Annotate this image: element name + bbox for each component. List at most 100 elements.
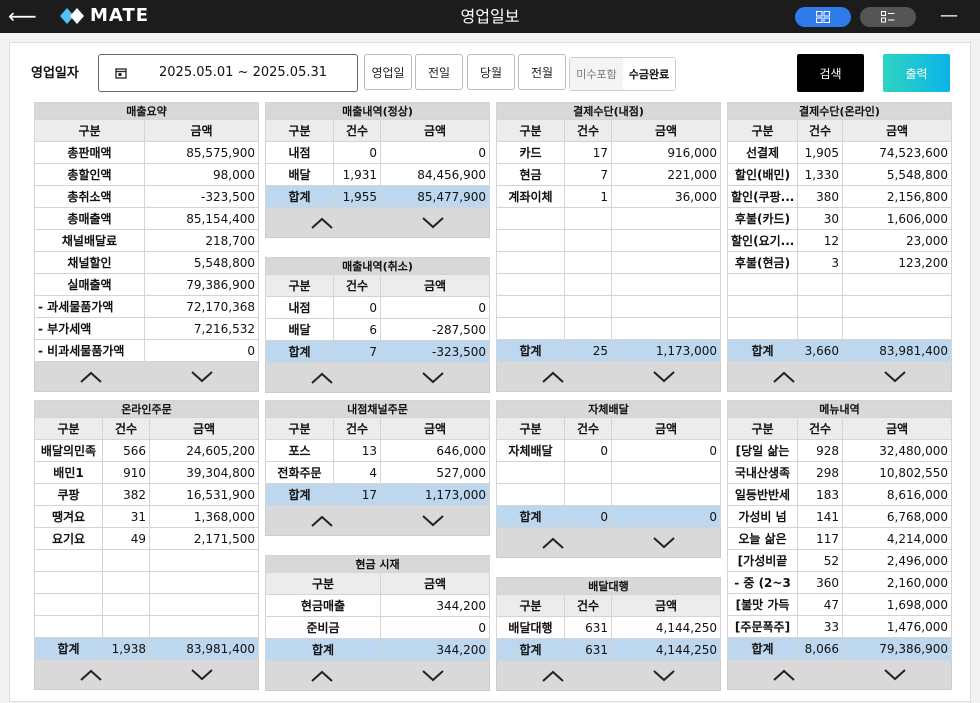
scroll-down-button[interactable]: [609, 362, 721, 391]
sales-cancel-table: 매출내역(취소) 구분 건수 금액 내점 0 0 배달 6 -287,500 합계 7 -323…: [265, 257, 490, 393]
grid-view-button[interactable]: [795, 7, 851, 27]
scroll-down-button[interactable]: [840, 660, 952, 689]
row-label: 배달: [265, 163, 334, 186]
row-amount: 74,523,600: [842, 141, 952, 164]
chevron-up-icon: [542, 670, 564, 682]
sales-normal-table: 매출내역(정상) 구분 건수 금액 내점 0 0 배달 1,931 84,456,900 합…: [265, 102, 490, 238]
row-label: 할인(쿠팡...: [727, 185, 798, 208]
row-count: 6: [333, 318, 381, 341]
total-label: 합계: [496, 638, 565, 661]
table-row: [당일 삶는 928 32,480,000: [727, 439, 952, 462]
scroll-down-button[interactable]: [378, 208, 490, 237]
scroll-up-button[interactable]: [35, 660, 147, 689]
row-label: [주문폭주]: [727, 615, 798, 638]
scroll-down-button[interactable]: [840, 362, 952, 391]
empty-row: [727, 273, 952, 296]
table-row: 총취소액 -323,500: [34, 185, 259, 208]
scroll-down-button[interactable]: [378, 661, 490, 690]
row-amount: 23,000: [842, 229, 952, 252]
table-row: 배달 1,931 84,456,900: [265, 163, 490, 186]
total-count: 0: [564, 505, 612, 528]
scroll-up-button[interactable]: [728, 660, 840, 689]
total-row: 합계 17 1,173,000: [265, 483, 490, 506]
row-count: 52: [797, 549, 843, 572]
row-amount: 218,700: [144, 229, 259, 252]
table-row: 계좌이체 1 36,000: [496, 185, 721, 208]
previous-day-button[interactable]: 전일: [415, 54, 463, 90]
row-amount: 8,616,000: [842, 483, 952, 506]
sales-cancel-scroll-controls: [265, 363, 490, 393]
scroll-down-button[interactable]: [609, 661, 721, 690]
row-label: 배달: [265, 318, 334, 341]
col-header: 금액: [611, 594, 721, 617]
menu-icon[interactable]: —: [940, 5, 958, 27]
back-arrow-icon[interactable]: ⟵: [8, 4, 37, 28]
scroll-down-button[interactable]: [147, 362, 259, 391]
scroll-down-button[interactable]: [378, 363, 490, 392]
chevron-up-icon: [311, 670, 333, 682]
chevron-down-icon: [422, 669, 444, 681]
row-label: 국내산생족: [727, 461, 798, 484]
chevron-up-icon: [311, 217, 333, 229]
row-amount: 0: [144, 339, 259, 362]
row-label: 현금매출: [265, 594, 381, 617]
row-amount: 2,160,000: [842, 571, 952, 594]
row-label: 배달의민족: [34, 439, 103, 462]
row-label: 내점: [265, 141, 334, 164]
total-count: 1,938: [102, 637, 150, 660]
chevron-up-icon: [311, 372, 333, 384]
row-label: 포스: [265, 439, 334, 462]
print-button[interactable]: 출력: [883, 54, 950, 92]
empty-row: [34, 549, 259, 572]
scroll-up-button[interactable]: [497, 528, 609, 557]
collection-toggle[interactable]: 미수포함 수금완료: [569, 57, 676, 91]
include-receivable-option[interactable]: 미수포함: [570, 58, 623, 90]
current-month-button[interactable]: 당월: [467, 54, 515, 90]
collected-option[interactable]: 수금완료: [623, 58, 675, 90]
date-range-picker[interactable]: 2025.05.01 ~ 2025.05.31: [98, 54, 358, 92]
mate-logo-icon: [60, 8, 84, 24]
row-label: 채널할인: [34, 251, 145, 274]
scroll-down-button[interactable]: [147, 660, 259, 689]
col-header: 구분: [265, 119, 334, 142]
empty-row: [496, 273, 721, 296]
row-count: 4: [333, 461, 381, 484]
total-count: 17: [333, 483, 381, 506]
row-label: 현금: [496, 163, 565, 186]
scroll-down-button[interactable]: [378, 506, 490, 535]
row-amount: 72,170,368: [144, 295, 259, 318]
empty-row: [34, 593, 259, 616]
scroll-up-button[interactable]: [266, 363, 378, 392]
scroll-up-button[interactable]: [266, 661, 378, 690]
row-count: 910: [102, 461, 150, 484]
scroll-up-button[interactable]: [266, 506, 378, 535]
previous-month-button[interactable]: 전월: [518, 54, 566, 90]
row-amount: -287,500: [380, 318, 490, 341]
business-day-button[interactable]: 영업일: [364, 54, 412, 90]
table-row: 땡겨요 31 1,368,000: [34, 505, 259, 528]
empty-row: [496, 461, 721, 484]
search-button[interactable]: 검색: [797, 54, 864, 92]
row-count: 33: [797, 615, 843, 638]
scroll-up-button[interactable]: [497, 362, 609, 391]
row-amount: 123,200: [842, 251, 952, 274]
pay-online-scroll-controls: [727, 362, 952, 392]
row-amount: 221,000: [611, 163, 721, 186]
row-count: 0: [333, 296, 381, 319]
summary-title: 매출요약: [34, 102, 259, 120]
total-count: 25: [564, 339, 612, 362]
scroll-up-button[interactable]: [35, 362, 147, 391]
row-amount: 24,605,200: [149, 439, 259, 462]
sales-normal-scroll-controls: [265, 208, 490, 238]
scroll-down-button[interactable]: [609, 528, 721, 557]
total-amount: 85,477,900: [380, 185, 490, 208]
table-row: 할인(쿠팡... 380 2,156,800: [727, 185, 952, 208]
row-count: 928: [797, 439, 843, 462]
scroll-up-button[interactable]: [266, 208, 378, 237]
col-header: 금액: [144, 119, 259, 142]
empty-row: [727, 317, 952, 340]
list-view-button[interactable]: [860, 7, 916, 27]
scroll-up-button[interactable]: [497, 661, 609, 690]
scroll-up-button[interactable]: [728, 362, 840, 391]
chevron-up-icon: [542, 537, 564, 549]
